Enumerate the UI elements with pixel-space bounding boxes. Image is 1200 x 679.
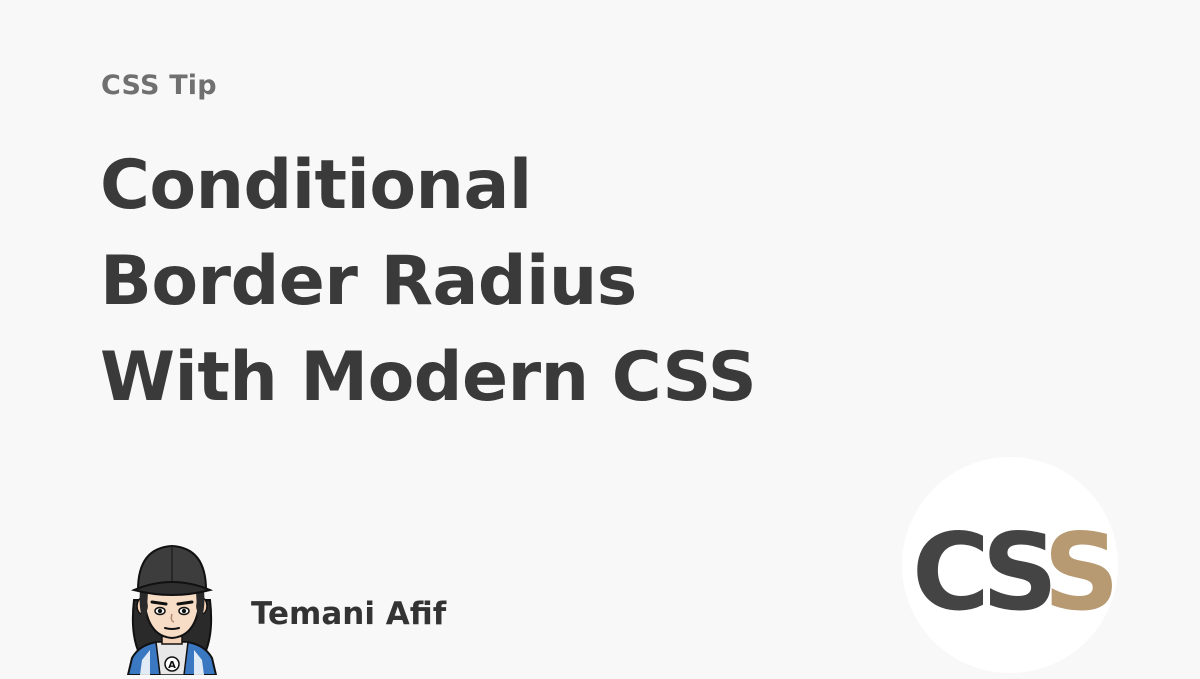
css-logo-icon: CSS (902, 457, 1122, 673)
title-line-3: With Modern CSS (100, 338, 757, 417)
avatar-badge-letter: A (168, 660, 176, 671)
css-logo: CSS (900, 455, 1122, 675)
page-title: Conditional Border Radius With Modern CS… (100, 138, 757, 426)
author-name: Temani Afif (251, 596, 447, 632)
svg-text:CSS: CSS (912, 511, 1112, 634)
kicker-label: CSS Tip (101, 70, 217, 101)
title-line-1: Conditional (100, 146, 532, 225)
cartoon-avatar-icon: A (126, 544, 218, 675)
author-avatar: A (120, 540, 224, 675)
logo-text-dark: CS (912, 511, 1051, 634)
logo-text-accent: S (1043, 511, 1112, 634)
title-line-2: Border Radius (100, 242, 637, 321)
